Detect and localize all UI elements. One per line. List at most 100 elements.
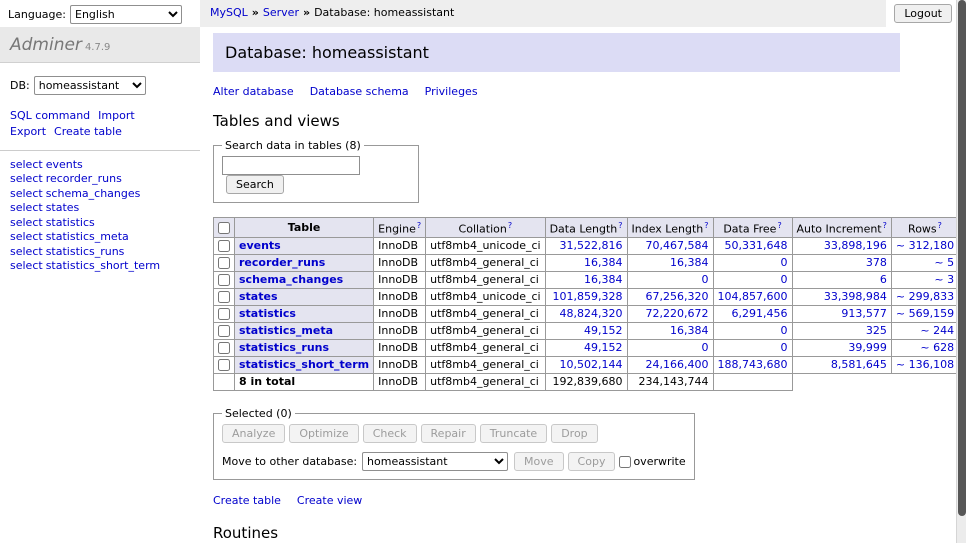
row-checkbox[interactable] xyxy=(218,359,230,371)
select-table-link[interactable]: select xyxy=(10,230,43,243)
select-table-link[interactable]: select xyxy=(10,259,43,272)
cell-rows[interactable]: ~ 244 xyxy=(891,322,958,339)
export-link[interactable]: Export xyxy=(10,125,46,138)
cell-auto_increment[interactable]: 33,398,984 xyxy=(792,288,891,305)
sidebar-table-link[interactable]: recorder_runs xyxy=(46,172,122,185)
sidebar-table-link[interactable]: statistics_runs xyxy=(46,245,125,258)
table-link[interactable]: statistics xyxy=(239,307,296,320)
overwrite-checkbox[interactable] xyxy=(619,456,631,468)
select-table-link[interactable]: select xyxy=(10,172,43,185)
cell-data_free[interactable]: 0 xyxy=(713,254,792,271)
adminer-logo-link[interactable]: Adminer xyxy=(10,35,82,55)
table-link[interactable]: statistics_meta xyxy=(239,324,333,337)
row-checkbox[interactable] xyxy=(218,342,230,354)
sidebar-table-link[interactable]: statistics_short_term xyxy=(46,259,160,272)
column-help-link[interactable]: ? xyxy=(777,221,781,230)
table-link[interactable]: recorder_runs xyxy=(239,256,325,269)
cell-data_length[interactable]: 31,522,816 xyxy=(545,237,627,254)
table-link[interactable]: schema_changes xyxy=(239,273,343,286)
move-button[interactable]: Move xyxy=(514,452,564,471)
move-db-select[interactable]: homeassistant xyxy=(362,452,508,471)
sidebar-table-link[interactable]: schema_changes xyxy=(46,187,141,200)
cell-auto_increment[interactable]: 39,999 xyxy=(792,339,891,356)
drop-button[interactable]: Drop xyxy=(551,424,597,443)
create-table-link[interactable]: Create table xyxy=(213,494,281,507)
database-schema-link[interactable]: Database schema xyxy=(310,85,409,98)
table-link[interactable]: statistics_runs xyxy=(239,341,329,354)
cell-rows[interactable]: ~ 628 xyxy=(891,339,958,356)
select-table-link[interactable]: select xyxy=(10,187,43,200)
cell-index_length[interactable]: 24,166,400 xyxy=(627,356,713,373)
create-view-link[interactable]: Create view xyxy=(297,494,362,507)
truncate-button[interactable]: Truncate xyxy=(480,424,547,443)
cell-rows[interactable]: ~ 312,180 xyxy=(891,237,958,254)
cell-data_free[interactable]: 0 xyxy=(713,339,792,356)
column-help-link[interactable]: ? xyxy=(704,221,708,230)
analyze-button[interactable]: Analyze xyxy=(222,424,285,443)
breadcrumb-server-link[interactable]: Server xyxy=(263,6,299,19)
column-help-link[interactable]: ? xyxy=(618,221,622,230)
table-link[interactable]: statistics_short_term xyxy=(239,358,369,371)
cell-data_length[interactable]: 101,859,328 xyxy=(545,288,627,305)
alter-database-link[interactable]: Alter database xyxy=(213,85,294,98)
check-all-checkbox[interactable] xyxy=(218,222,230,234)
cell-data_free[interactable]: 0 xyxy=(713,271,792,288)
repair-button[interactable]: Repair xyxy=(421,424,476,443)
sql-command-link[interactable]: SQL command xyxy=(10,109,90,122)
cell-index_length[interactable]: 70,467,584 xyxy=(627,237,713,254)
cell-data_length[interactable]: 16,384 xyxy=(545,254,627,271)
cell-index_length[interactable]: 0 xyxy=(627,271,713,288)
select-table-link[interactable]: select xyxy=(10,201,43,214)
logout-button[interactable]: Logout xyxy=(894,4,952,23)
sidebar-table-link[interactable]: statistics_meta xyxy=(46,230,129,243)
breadcrumb-mysql-link[interactable]: MySQL xyxy=(210,6,248,19)
row-checkbox[interactable] xyxy=(218,257,230,269)
db-select[interactable]: homeassistant xyxy=(34,76,146,95)
row-checkbox[interactable] xyxy=(218,274,230,286)
search-button[interactable]: Search xyxy=(226,175,284,194)
cell-auto_increment[interactable]: 378 xyxy=(792,254,891,271)
cell-data_length[interactable]: 49,152 xyxy=(545,339,627,356)
search-input[interactable] xyxy=(222,156,360,175)
cell-data_free[interactable]: 6,291,456 xyxy=(713,305,792,322)
cell-data_length[interactable]: 16,384 xyxy=(545,271,627,288)
scrollbar-thumb[interactable] xyxy=(958,0,966,516)
cell-data_free[interactable]: 188,743,680 xyxy=(713,356,792,373)
cell-index_length[interactable]: 16,384 xyxy=(627,254,713,271)
copy-button[interactable]: Copy xyxy=(568,452,616,471)
table-link[interactable]: states xyxy=(239,290,278,303)
cell-rows[interactable]: ~ 569,159 xyxy=(891,305,958,322)
column-help-link[interactable]: ? xyxy=(417,221,421,230)
row-checkbox[interactable] xyxy=(218,325,230,337)
cell-data_free[interactable]: 104,857,600 xyxy=(713,288,792,305)
cell-rows[interactable]: ~ 136,108 xyxy=(891,356,958,373)
cell-auto_increment[interactable]: 6 xyxy=(792,271,891,288)
table-link[interactable]: events xyxy=(239,239,281,252)
create-table-link-sidebar[interactable]: Create table xyxy=(54,125,122,138)
cell-rows[interactable]: ~ 3 xyxy=(891,271,958,288)
language-select[interactable]: English xyxy=(70,5,182,24)
row-checkbox[interactable] xyxy=(218,240,230,252)
sidebar-table-link[interactable]: states xyxy=(46,201,80,214)
row-checkbox[interactable] xyxy=(218,291,230,303)
cell-index_length[interactable]: 0 xyxy=(627,339,713,356)
select-table-link[interactable]: select xyxy=(10,158,43,171)
cell-auto_increment[interactable]: 325 xyxy=(792,322,891,339)
cell-data_free[interactable]: 50,331,648 xyxy=(713,237,792,254)
cell-data_length[interactable]: 48,824,320 xyxy=(545,305,627,322)
cell-index_length[interactable]: 72,220,672 xyxy=(627,305,713,322)
column-help-link[interactable]: ? xyxy=(938,221,942,230)
cell-auto_increment[interactable]: 33,898,196 xyxy=(792,237,891,254)
column-help-link[interactable]: ? xyxy=(508,221,512,230)
select-table-link[interactable]: select xyxy=(10,245,43,258)
cell-index_length[interactable]: 67,256,320 xyxy=(627,288,713,305)
cell-auto_increment[interactable]: 8,581,645 xyxy=(792,356,891,373)
cell-auto_increment[interactable]: 913,577 xyxy=(792,305,891,322)
row-checkbox[interactable] xyxy=(218,308,230,320)
cell-rows[interactable]: ~ 5 xyxy=(891,254,958,271)
sidebar-table-link[interactable]: events xyxy=(46,158,83,171)
select-table-link[interactable]: select xyxy=(10,216,43,229)
sidebar-table-link[interactable]: statistics xyxy=(46,216,95,229)
vertical-scrollbar[interactable] xyxy=(956,0,966,543)
column-help-link[interactable]: ? xyxy=(883,221,887,230)
